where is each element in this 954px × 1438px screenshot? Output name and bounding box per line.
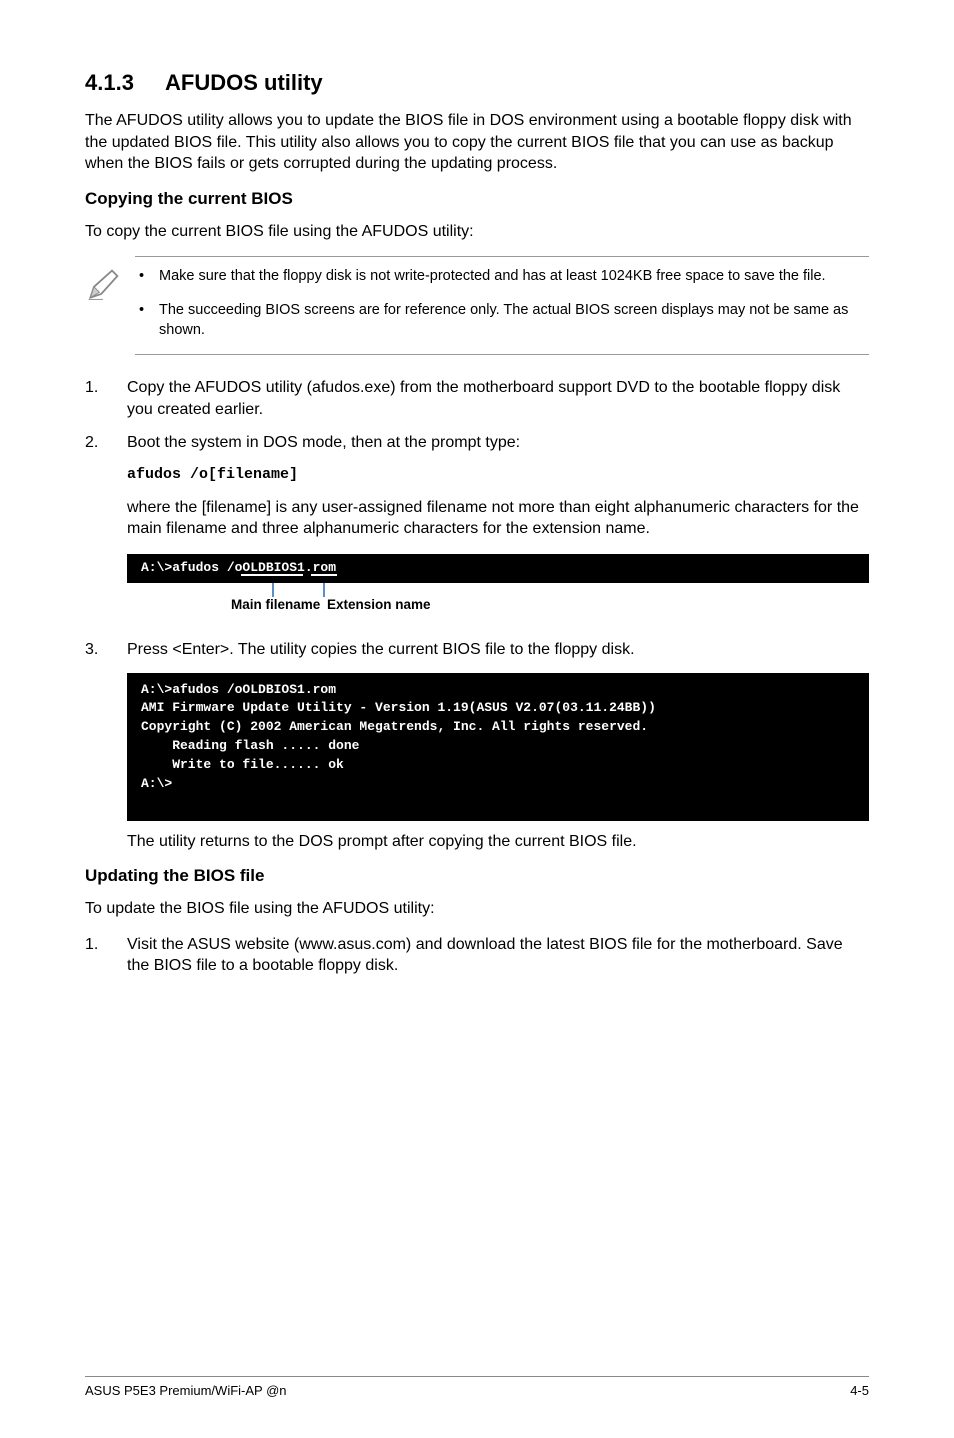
terminal-output: A:\>afudos /oOLDBIOS1.rom AMI Firmware U… bbox=[127, 673, 869, 821]
step-row: 1. Visit the ASUS website (www.asus.com)… bbox=[85, 934, 869, 977]
step-text: Copy the AFUDOS utility (afudos.exe) fro… bbox=[127, 377, 869, 420]
note-item: Make sure that the floppy disk is not wr… bbox=[159, 267, 859, 287]
main-filename-label: Main filename bbox=[231, 597, 320, 612]
step-text: Boot the system in DOS mode, then at the… bbox=[127, 432, 869, 454]
step-text: Visit the ASUS website (www.asus.com) an… bbox=[127, 934, 869, 977]
footer-page-number: 4-5 bbox=[850, 1383, 869, 1398]
underline-main bbox=[241, 574, 303, 576]
diagram-labels: Main filename Extension name bbox=[127, 597, 869, 617]
section-title: AFUDOS utility bbox=[165, 70, 323, 95]
diagram-command-line: A:\>afudos /oOLDBIOS1.rom bbox=[127, 554, 869, 577]
where-paragraph: where the [filename] is any user-assigne… bbox=[127, 497, 869, 540]
note-list: Make sure that the floppy disk is not wr… bbox=[135, 267, 859, 340]
step-number: 1. bbox=[85, 934, 127, 977]
intro-paragraph: The AFUDOS utility allows you to update … bbox=[85, 110, 869, 175]
extension-name-label: Extension name bbox=[327, 597, 431, 612]
copying-heading: Copying the current BIOS bbox=[85, 189, 869, 209]
command-text: afudos /o[filename] bbox=[127, 466, 869, 483]
step-row: 2. Boot the system in DOS mode, then at … bbox=[85, 432, 869, 454]
copying-lead: To copy the current BIOS file using the … bbox=[85, 221, 869, 243]
tick-main bbox=[272, 583, 274, 597]
step-number: 1. bbox=[85, 377, 127, 420]
step-number: 2. bbox=[85, 432, 127, 454]
step-number: 3. bbox=[85, 639, 127, 661]
updating-heading: Updating the BIOS file bbox=[85, 866, 869, 886]
footer-left: ASUS P5E3 Premium/WiFi-AP @n bbox=[85, 1383, 287, 1398]
tick-ext bbox=[323, 583, 325, 597]
updating-lead: To update the BIOS file using the AFUDOS… bbox=[85, 898, 869, 920]
note-box: Make sure that the floppy disk is not wr… bbox=[135, 256, 869, 355]
step-row: 3. Press <Enter>. The utility copies the… bbox=[85, 639, 869, 661]
after-terminal-paragraph: The utility returns to the DOS prompt af… bbox=[127, 831, 869, 853]
step-row: 1. Copy the AFUDOS utility (afudos.exe) … bbox=[85, 377, 869, 420]
section-heading: 4.1.3AFUDOS utility bbox=[85, 70, 869, 96]
note-item: The succeeding BIOS screens are for refe… bbox=[159, 301, 859, 340]
filename-diagram: A:\>afudos /oOLDBIOS1.rom Main filename … bbox=[127, 554, 869, 617]
underline-ext bbox=[311, 574, 337, 576]
pencil-note-icon bbox=[85, 267, 121, 303]
diagram-ticks bbox=[127, 583, 869, 597]
page-footer: ASUS P5E3 Premium/WiFi-AP @n 4-5 bbox=[85, 1376, 869, 1398]
step-text: Press <Enter>. The utility copies the cu… bbox=[127, 639, 869, 661]
section-number: 4.1.3 bbox=[85, 70, 165, 96]
